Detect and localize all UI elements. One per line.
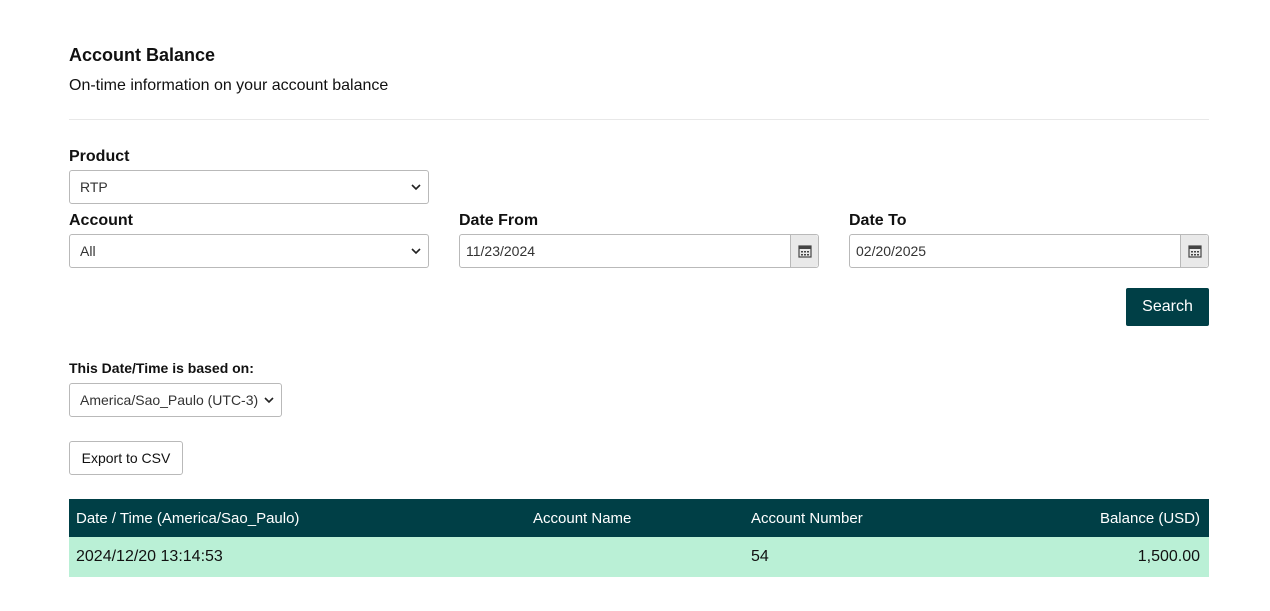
timezone-select[interactable]: America/Sao_Paulo (UTC-3) (69, 383, 282, 417)
page-subtitle: On-time information on your account bala… (69, 77, 389, 94)
divider (69, 119, 1209, 120)
export-csv-button[interactable]: Export to CSV (69, 441, 183, 475)
column-header-account-number[interactable]: Account Number (751, 499, 863, 537)
table-row[interactable]: 2024/12/20 13:14:53 54 1,500.00 (69, 537, 1209, 577)
calendar-icon[interactable] (1180, 235, 1208, 267)
product-label: Product (69, 148, 130, 165)
balance-table: Date / Time (America/Sao_Paulo) Account … (69, 499, 1209, 577)
account-label: Account (69, 212, 133, 229)
date-to-input[interactable]: 02/20/2025 (849, 234, 1209, 268)
date-to-label: Date To (849, 212, 907, 229)
chevron-down-icon (264, 397, 274, 404)
calendar-icon[interactable] (790, 235, 818, 267)
chevron-down-icon (411, 184, 421, 191)
chevron-down-icon (411, 248, 421, 255)
date-from-input[interactable]: 11/23/2024 (459, 234, 819, 268)
product-select-value: RTP (80, 179, 108, 195)
cell-datetime: 2024/12/20 13:14:53 (76, 548, 223, 565)
account-select-value: All (80, 243, 96, 259)
date-to-value: 02/20/2025 (856, 243, 927, 259)
cell-account-number: 54 (751, 548, 769, 565)
cell-balance: 1,500.00 (1137, 548, 1200, 565)
timezone-select-value: America/Sao_Paulo (UTC-3) (80, 392, 259, 408)
table-header: Date / Time (America/Sao_Paulo) Account … (69, 499, 1209, 537)
search-button[interactable]: Search (1126, 288, 1209, 326)
column-header-account-name[interactable]: Account Name (533, 499, 631, 537)
column-header-balance[interactable]: Balance (USD) (1100, 499, 1200, 537)
page-title: Account Balance (69, 45, 216, 65)
date-from-value: 11/23/2024 (466, 243, 536, 259)
column-header-datetime[interactable]: Date / Time (America/Sao_Paulo) (76, 499, 299, 537)
product-select[interactable]: RTP (69, 170, 429, 204)
account-select[interactable]: All (69, 234, 429, 268)
timezone-label: This Date/Time is based on: (69, 360, 254, 376)
date-from-label: Date From (459, 212, 539, 229)
